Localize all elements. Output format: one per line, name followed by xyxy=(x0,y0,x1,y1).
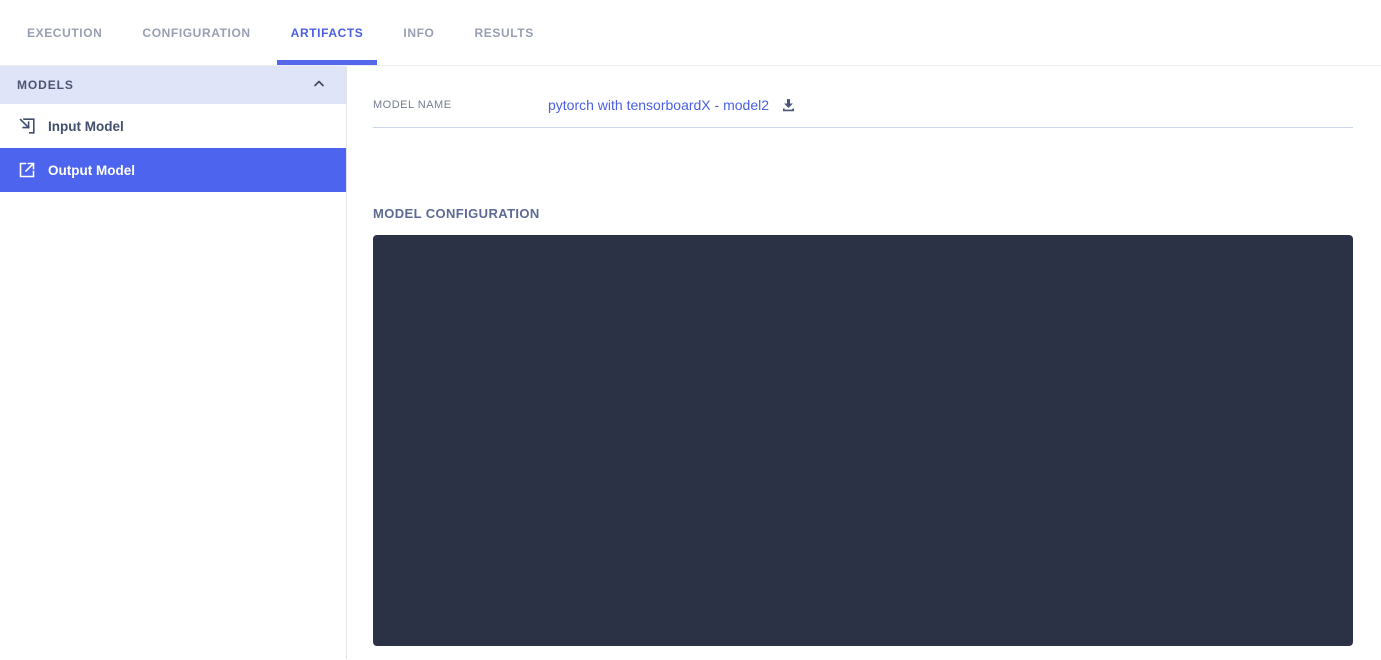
tab-artifacts[interactable]: ARTIFACTS xyxy=(276,0,378,65)
sidebar-item-input-model[interactable]: Input Model xyxy=(0,104,346,148)
artifacts-content: MODELS Input Model Output Model MODEL NA… xyxy=(0,66,1381,659)
model-configuration-title: MODEL CONFIGURATION xyxy=(373,206,540,221)
sidebar-item-label: Input Model xyxy=(48,118,124,134)
sidebar-item-output-model[interactable]: Output Model xyxy=(0,148,346,192)
model-name-link[interactable]: pytorch with tensorboardX - model2 xyxy=(548,97,769,113)
download-icon[interactable] xyxy=(778,95,798,115)
artifacts-sidebar: MODELS Input Model Output Model xyxy=(0,66,347,659)
tab-execution[interactable]: EXECUTION xyxy=(13,0,116,65)
input-model-icon xyxy=(17,116,37,136)
model-detail-panel: MODEL NAME pytorch with tensorboardX - m… xyxy=(347,66,1381,659)
tab-info[interactable]: INFO xyxy=(389,0,448,65)
model-name-row: MODEL NAME pytorch with tensorboardX - m… xyxy=(373,95,1353,128)
tab-bar: EXECUTION CONFIGURATION ARTIFACTS INFO R… xyxy=(0,0,1381,66)
models-section-header[interactable]: MODELS xyxy=(0,66,346,104)
model-name-label: MODEL NAME xyxy=(373,99,452,111)
models-section-label: MODELS xyxy=(17,78,74,92)
tab-results[interactable]: RESULTS xyxy=(460,0,547,65)
output-model-icon xyxy=(17,160,37,180)
model-configuration-editor xyxy=(373,235,1353,646)
sidebar-item-label: Output Model xyxy=(48,162,135,178)
chevron-up-icon[interactable] xyxy=(311,76,327,95)
tab-configuration[interactable]: CONFIGURATION xyxy=(128,0,264,65)
